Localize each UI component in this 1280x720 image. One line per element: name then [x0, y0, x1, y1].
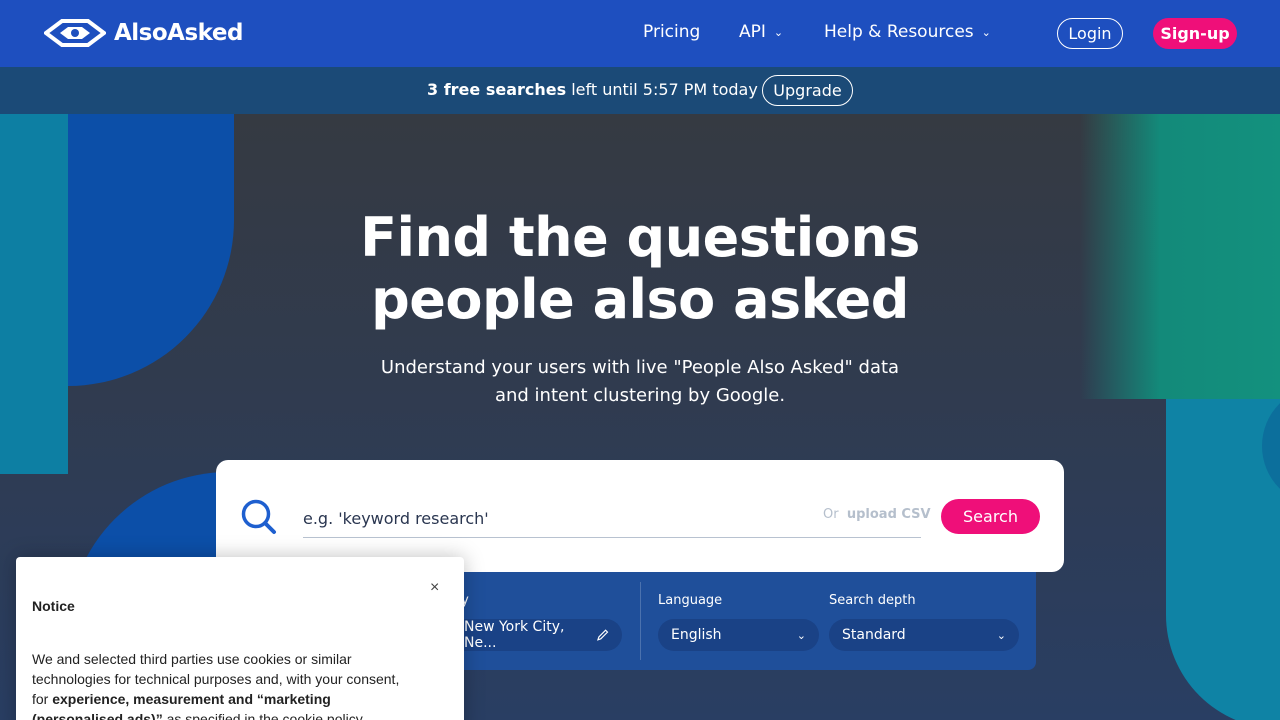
chevron-down-icon: ⌄	[996, 628, 1006, 642]
notice-body: We and selected third parties use cookie…	[32, 649, 416, 720]
close-icon[interactable]: ×	[430, 579, 439, 597]
chevron-down-icon: ⌄	[796, 628, 806, 642]
hero-title-line1: Find the questions	[360, 206, 920, 269]
nav-help-resources[interactable]: Help & Resources ⌄	[824, 22, 991, 42]
upload-csv-link[interactable]: upload CSV	[847, 507, 931, 522]
free-searches-count: 3 free searches	[427, 80, 567, 99]
options-divider	[640, 582, 641, 660]
login-button[interactable]: Login	[1057, 18, 1123, 49]
cookie-notice: Notice × We and selected third parties u…	[16, 557, 464, 720]
upgrade-button[interactable]: Upgrade	[762, 75, 853, 106]
notice-body-text-end: as specified in the cookie policy.	[162, 711, 366, 720]
free-searches-rest: left until 5:57 PM today	[566, 80, 758, 99]
city-value: New York City, Ne...	[464, 619, 565, 651]
nav-api-label: API	[739, 22, 766, 42]
free-searches-text: 3 free searches left until 5:57 PM today	[427, 80, 758, 99]
hero-subtitle: Understand your users with live "People …	[360, 354, 920, 410]
search-button[interactable]: Search	[941, 499, 1040, 534]
nav-pricing[interactable]: Pricing	[643, 22, 700, 42]
hero-subtitle-line2: and intent clustering by Google.	[494, 385, 786, 406]
search-depth-value: Standard	[842, 627, 906, 643]
upload-csv-text: Or upload CSV	[823, 507, 931, 522]
hero-title-line2: people also asked	[371, 268, 909, 331]
nav-help-label: Help & Resources	[824, 22, 974, 42]
language-value: English	[671, 627, 722, 643]
language-label: Language	[658, 593, 723, 608]
decor-shape-blue-quarter	[68, 114, 234, 386]
logo-text: AlsoAsked	[114, 20, 243, 46]
decor-shape-green-right	[1080, 114, 1280, 399]
eye-logo-icon	[44, 19, 106, 47]
search-icon	[241, 499, 276, 534]
signup-button[interactable]: Sign-up	[1153, 18, 1237, 49]
or-label: Or	[823, 507, 839, 522]
search-depth-select[interactable]: Standard ⌄	[829, 619, 1019, 651]
language-select[interactable]: English ⌄	[658, 619, 819, 651]
pencil-icon	[596, 629, 608, 641]
notice-title: Notice	[32, 598, 75, 614]
nav-api[interactable]: API ⌄	[739, 22, 783, 42]
nav-pricing-label: Pricing	[643, 22, 701, 42]
search-depth-label: Search depth	[829, 593, 916, 608]
hero-subtitle-line1: Understand your users with live "People …	[380, 357, 900, 378]
decor-shape-teal-left	[0, 114, 68, 474]
chevron-down-icon: ⌄	[981, 25, 991, 39]
hero-title: Find the questions people also asked	[340, 207, 940, 331]
chevron-down-icon: ⌄	[773, 25, 784, 39]
logo[interactable]: AlsoAsked	[44, 18, 243, 48]
city-select[interactable]: New York City, Ne...	[444, 619, 622, 651]
